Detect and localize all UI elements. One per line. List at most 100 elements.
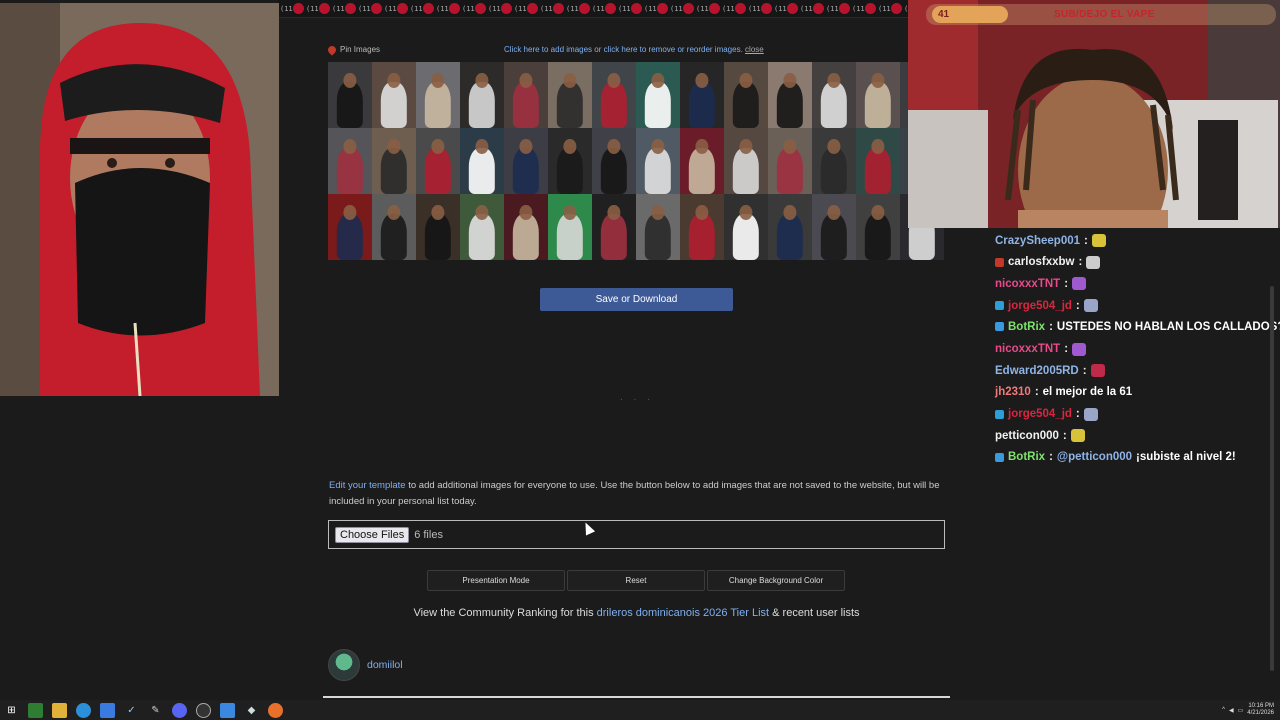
pool-image[interactable] xyxy=(856,128,900,194)
pool-image[interactable] xyxy=(592,62,636,128)
tier-token-icon[interactable] xyxy=(293,3,304,14)
change-bg-color-button[interactable]: Change Background Color xyxy=(707,570,845,591)
community-ranking-link[interactable]: drileros dominicanois 2026 Tier List xyxy=(597,607,769,619)
tier-token-icon[interactable] xyxy=(865,3,876,14)
pool-image[interactable] xyxy=(460,128,504,194)
chat-username[interactable]: CrazySheep001 xyxy=(995,235,1080,247)
app-icon[interactable] xyxy=(28,702,43,718)
steam-icon[interactable]: ✓ xyxy=(124,703,139,718)
pool-image[interactable] xyxy=(812,194,856,260)
pool-image[interactable] xyxy=(504,128,548,194)
author-name-link[interactable]: domiilol xyxy=(367,659,403,671)
pool-image[interactable] xyxy=(416,194,460,260)
pool-image[interactable] xyxy=(592,128,636,194)
pool-image[interactable] xyxy=(856,194,900,260)
pool-image[interactable] xyxy=(812,128,856,194)
pool-image[interactable] xyxy=(592,194,636,260)
tier-token-icon[interactable] xyxy=(371,3,382,14)
close-link[interactable]: close xyxy=(745,45,764,54)
pool-image[interactable] xyxy=(724,194,768,260)
discord-icon[interactable] xyxy=(172,702,187,718)
tier-token-icon[interactable] xyxy=(319,3,330,14)
tier-token-icon[interactable] xyxy=(787,3,798,14)
pool-image[interactable] xyxy=(328,62,372,128)
pool-image[interactable] xyxy=(548,194,592,260)
pool-image[interactable] xyxy=(504,62,548,128)
pool-image[interactable] xyxy=(812,62,856,128)
chat-username[interactable]: nicoxxxTNT xyxy=(995,278,1060,290)
tier-token-icon[interactable] xyxy=(735,3,746,14)
pool-image[interactable] xyxy=(768,194,812,260)
pool-image[interactable] xyxy=(768,62,812,128)
pool-image[interactable] xyxy=(416,62,460,128)
store-icon[interactable] xyxy=(100,702,115,718)
tier-token-icon[interactable] xyxy=(501,3,512,14)
pool-image[interactable] xyxy=(548,128,592,194)
tier-token-icon[interactable] xyxy=(761,3,772,14)
reset-button[interactable]: Reset xyxy=(567,570,705,591)
tier-token-icon[interactable] xyxy=(527,3,538,14)
chrome-icon[interactable] xyxy=(76,702,91,718)
file-input[interactable]: Choose Files 6 files xyxy=(328,520,945,549)
pool-image[interactable] xyxy=(636,62,680,128)
save-download-button[interactable]: Save or Download xyxy=(540,288,733,311)
pool-image[interactable] xyxy=(416,128,460,194)
tier-token-icon[interactable] xyxy=(813,3,824,14)
vpn-icon[interactable]: ◆ xyxy=(244,703,259,718)
pool-image[interactable] xyxy=(636,128,680,194)
chat-scrollbar[interactable] xyxy=(1270,286,1274,671)
tier-token-icon[interactable] xyxy=(709,3,720,14)
tray-chevron-icon[interactable]: ^ xyxy=(1222,707,1225,713)
tier-token-icon[interactable] xyxy=(657,3,668,14)
chrome-alt-icon[interactable] xyxy=(268,702,283,718)
chat-username[interactable]: jh2310 xyxy=(995,386,1031,398)
tier-token-icon[interactable] xyxy=(423,3,434,14)
chat-username[interactable]: carlosfxxbw xyxy=(1008,256,1074,268)
pool-image[interactable] xyxy=(548,62,592,128)
pool-image[interactable] xyxy=(680,62,724,128)
calendar-icon[interactable] xyxy=(220,702,235,718)
tier-token-icon[interactable] xyxy=(345,3,356,14)
choose-files-button[interactable]: Choose Files xyxy=(335,526,410,543)
pin-images-toggle[interactable]: Pin Images xyxy=(326,43,380,56)
tool-icon[interactable]: ✎ xyxy=(148,703,163,718)
clock[interactable]: 10:16 PM 4/21/2026 xyxy=(1247,703,1274,717)
pool-image[interactable] xyxy=(724,62,768,128)
tier-token-icon[interactable] xyxy=(683,3,694,14)
tier-token-icon[interactable] xyxy=(605,3,616,14)
pool-image[interactable] xyxy=(680,194,724,260)
tier-token-icon[interactable] xyxy=(631,3,642,14)
remove-images-link[interactable]: click here to remove or reorder images. xyxy=(604,45,743,54)
pool-image[interactable] xyxy=(856,62,900,128)
chat-username[interactable]: nicoxxxTNT xyxy=(995,343,1060,355)
windows-start-icon[interactable]: ⊞ xyxy=(4,703,19,718)
pool-image[interactable] xyxy=(504,194,548,260)
network-icon[interactable]: ▭ xyxy=(1238,707,1244,714)
pool-image[interactable] xyxy=(724,128,768,194)
add-images-link[interactable]: Click here to add images xyxy=(504,45,592,54)
avatar[interactable] xyxy=(328,649,360,681)
chat-username[interactable]: petticon000 xyxy=(995,430,1059,442)
pool-image[interactable] xyxy=(636,194,680,260)
tier-token-icon[interactable] xyxy=(475,3,486,14)
tier-token-icon[interactable] xyxy=(839,3,850,14)
tier-token-icon[interactable] xyxy=(891,3,902,14)
chat-mention[interactable]: @petticon000 xyxy=(1057,451,1132,463)
pool-image[interactable] xyxy=(372,194,416,260)
pool-image[interactable] xyxy=(372,62,416,128)
pool-image[interactable] xyxy=(460,62,504,128)
pool-image[interactable] xyxy=(768,128,812,194)
tier-token-icon[interactable] xyxy=(397,3,408,14)
volume-icon[interactable]: ◀ xyxy=(1229,707,1234,714)
chat-username[interactable]: Edward2005RD xyxy=(995,365,1079,377)
obs-icon[interactable] xyxy=(196,702,211,718)
tier-token-icon[interactable] xyxy=(449,3,460,14)
pool-image[interactable] xyxy=(680,128,724,194)
chat-username[interactable]: jorge504_jd xyxy=(1008,408,1072,420)
pool-image[interactable] xyxy=(460,194,504,260)
chat-username[interactable]: BotRix xyxy=(1008,451,1045,463)
pool-image[interactable] xyxy=(372,128,416,194)
file-explorer-icon[interactable] xyxy=(52,702,67,718)
tier-token-icon[interactable] xyxy=(579,3,590,14)
presentation-mode-button[interactable]: Presentation Mode xyxy=(427,570,565,591)
